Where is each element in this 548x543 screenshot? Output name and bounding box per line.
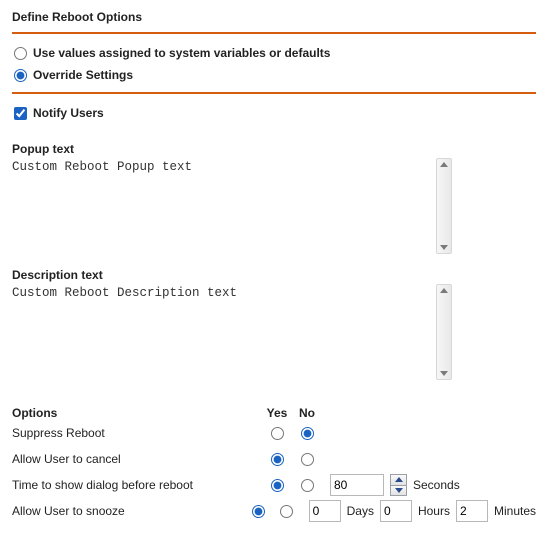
allow-cancel-yes-radio[interactable]	[271, 453, 284, 466]
hours-unit: Hours	[418, 504, 450, 518]
option-label: Time to show dialog before reboot	[12, 478, 262, 492]
suppress-yes-radio[interactable]	[271, 427, 284, 440]
notify-users-label: Notify Users	[33, 106, 104, 120]
option-label: Allow User to cancel	[12, 452, 262, 466]
seconds-unit: Seconds	[413, 478, 460, 492]
notify-users-checkbox[interactable]	[14, 107, 27, 120]
option-row-allow-snooze: Allow User to snooze Days Hours Minutes	[12, 498, 536, 524]
time-dialog-no-radio[interactable]	[301, 479, 314, 492]
page-title: Define Reboot Options	[12, 10, 536, 28]
seconds-spinner[interactable]	[390, 474, 407, 496]
yes-header: Yes	[262, 406, 292, 420]
scroll-down-icon	[440, 371, 448, 376]
scroll-down-icon	[440, 245, 448, 250]
override-radio[interactable]	[14, 69, 27, 82]
allow-snooze-yes-radio[interactable]	[252, 505, 265, 518]
snooze-days-input[interactable]	[309, 500, 341, 522]
scrollbar[interactable]	[436, 284, 452, 380]
use-defaults-label: Use values assigned to system variables …	[33, 46, 330, 60]
days-unit: Days	[347, 504, 374, 518]
popup-text-input[interactable]: Custom Reboot Popup text	[12, 158, 436, 254]
chevron-down-icon	[395, 488, 403, 493]
description-text-label: Description text	[12, 268, 536, 282]
divider	[12, 32, 536, 34]
spinner-down-button[interactable]	[391, 485, 406, 496]
allow-cancel-no-radio[interactable]	[301, 453, 314, 466]
options-header: Options	[12, 406, 262, 420]
popup-text-label: Popup text	[12, 142, 536, 156]
option-row-suppress-reboot: Suppress Reboot	[12, 420, 536, 446]
description-text-input[interactable]: Custom Reboot Description text	[12, 284, 436, 380]
divider	[12, 92, 536, 94]
seconds-input[interactable]	[330, 474, 384, 496]
use-defaults-radio[interactable]	[14, 47, 27, 60]
suppress-no-radio[interactable]	[301, 427, 314, 440]
scroll-up-icon	[440, 162, 448, 167]
allow-snooze-no-radio[interactable]	[280, 505, 293, 518]
snooze-minutes-input[interactable]	[456, 500, 488, 522]
scrollbar[interactable]	[436, 158, 452, 254]
snooze-hours-input[interactable]	[380, 500, 412, 522]
override-label: Override Settings	[33, 68, 133, 82]
no-header: No	[292, 406, 322, 420]
option-row-allow-cancel: Allow User to cancel	[12, 446, 536, 472]
spinner-up-button[interactable]	[391, 475, 406, 485]
option-row-time-dialog: Time to show dialog before reboot Second…	[12, 472, 536, 498]
option-label: Allow User to snooze	[12, 504, 245, 518]
scroll-up-icon	[440, 288, 448, 293]
minutes-unit: Minutes	[494, 504, 536, 518]
option-label: Suppress Reboot	[12, 426, 262, 440]
time-dialog-yes-radio[interactable]	[271, 479, 284, 492]
chevron-up-icon	[395, 477, 403, 482]
